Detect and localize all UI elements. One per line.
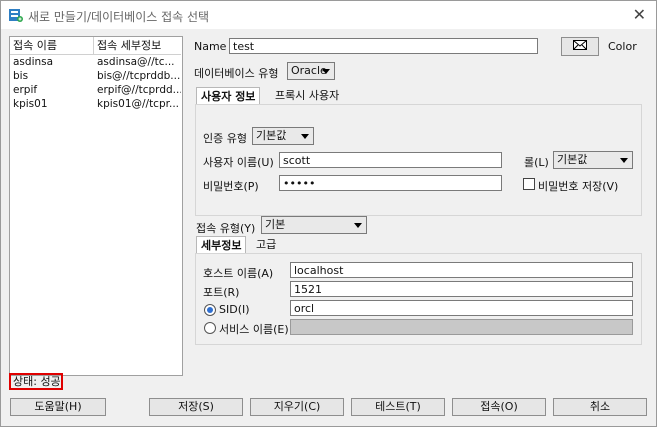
column-header-details[interactable]: 접속 세부정보	[94, 37, 181, 55]
save-password-label: 비밀번호 저장(V)	[538, 180, 619, 193]
password-input[interactable]: •••••	[279, 175, 502, 191]
sid-label: SID(I)	[219, 303, 250, 316]
tab-advanced[interactable]: 고급	[252, 236, 280, 253]
service-name-input	[290, 319, 633, 335]
connection-detail: asdinsa@//tc...	[97, 56, 175, 68]
chevron-down-icon	[620, 158, 628, 163]
cancel-button[interactable]: 취소	[553, 398, 647, 416]
test-button[interactable]: 테스트(T)	[351, 398, 445, 416]
auth-type-value: 기본값	[256, 129, 287, 142]
service-name-radio[interactable]	[204, 322, 216, 334]
port-input[interactable]: 1521	[290, 281, 633, 297]
chevron-down-icon	[354, 223, 362, 228]
role-select[interactable]: 기본값	[553, 151, 633, 169]
port-label: 포트(R)	[203, 286, 240, 299]
database-app-icon	[9, 9, 23, 22]
list-item[interactable]: kpis01 kpis01@//tcpr...	[10, 98, 182, 111]
list-item[interactable]: erpif erpif@//tcprdd...	[10, 84, 182, 97]
sid-input[interactable]: orcl	[290, 300, 633, 316]
name-label: Name	[194, 40, 227, 53]
role-value: 기본값	[557, 153, 588, 166]
conn-type-label: 접속 유형(Y)	[196, 222, 256, 235]
connection-detail: erpif@//tcprdd...	[97, 84, 181, 96]
conn-type-value: 기본	[265, 218, 286, 231]
auth-type-select[interactable]: 기본값	[252, 127, 314, 145]
name-input[interactable]: test	[229, 38, 538, 54]
window-title: 새로 만들기/데이터베이스 접속 선택	[28, 10, 210, 24]
username-label: 사용자 이름(U)	[203, 156, 274, 169]
connection-list[interactable]: 접속 이름 접속 세부정보 asdinsa asdinsa@//tc... bi…	[9, 36, 183, 376]
connect-button[interactable]: 접속(O)	[452, 398, 546, 416]
host-label: 호스트 이름(A)	[203, 267, 274, 280]
tab-proxy-user[interactable]: 프록시 사용자	[271, 87, 343, 104]
connection-detail: kpis01@//tcpr...	[97, 98, 179, 110]
connection-detail: bis@//tcprddb...	[97, 70, 181, 82]
list-item[interactable]: asdinsa asdinsa@//tc...	[10, 56, 182, 69]
tab-user-info[interactable]: 사용자 정보	[196, 87, 261, 105]
connection-name: erpif	[13, 84, 38, 96]
connection-name: kpis01	[13, 98, 48, 110]
color-picker-button[interactable]	[561, 37, 599, 56]
host-input[interactable]: localhost	[290, 262, 633, 278]
username-input[interactable]: scott	[279, 152, 502, 168]
chevron-down-icon	[301, 134, 309, 139]
sid-radio[interactable]	[204, 304, 216, 316]
service-name-label: 서비스 이름(E)	[219, 323, 289, 336]
color-label: Color	[608, 40, 637, 53]
close-icon[interactable]: ✕	[633, 5, 646, 24]
list-item[interactable]: bis bis@//tcprddb...	[10, 70, 182, 83]
save-button[interactable]: 저장(S)	[149, 398, 243, 416]
db-type-label: 데이터베이스 유형	[194, 67, 279, 80]
clear-button[interactable]: 지우기(C)	[250, 398, 344, 416]
envelope-icon	[573, 40, 587, 50]
column-header-name[interactable]: 접속 이름	[10, 37, 94, 55]
help-button[interactable]: 도움말(H)	[10, 398, 106, 416]
password-label: 비밀번호(P)	[203, 180, 259, 193]
conn-type-select[interactable]: 기본	[261, 216, 367, 234]
role-label: 롤(L)	[524, 156, 549, 169]
auth-type-label: 인증 유형	[203, 132, 247, 145]
tab-details[interactable]: 세부정보	[196, 236, 247, 254]
db-type-select[interactable]: Oracle	[287, 62, 335, 80]
chevron-down-icon	[322, 69, 330, 74]
status-text: 상태: 성공	[9, 373, 63, 390]
save-password-checkbox[interactable]	[523, 178, 535, 190]
title-bar: 새로 만들기/데이터베이스 접속 선택 ✕	[1, 1, 656, 29]
connection-name: bis	[13, 70, 29, 82]
connection-name: asdinsa	[13, 56, 54, 68]
